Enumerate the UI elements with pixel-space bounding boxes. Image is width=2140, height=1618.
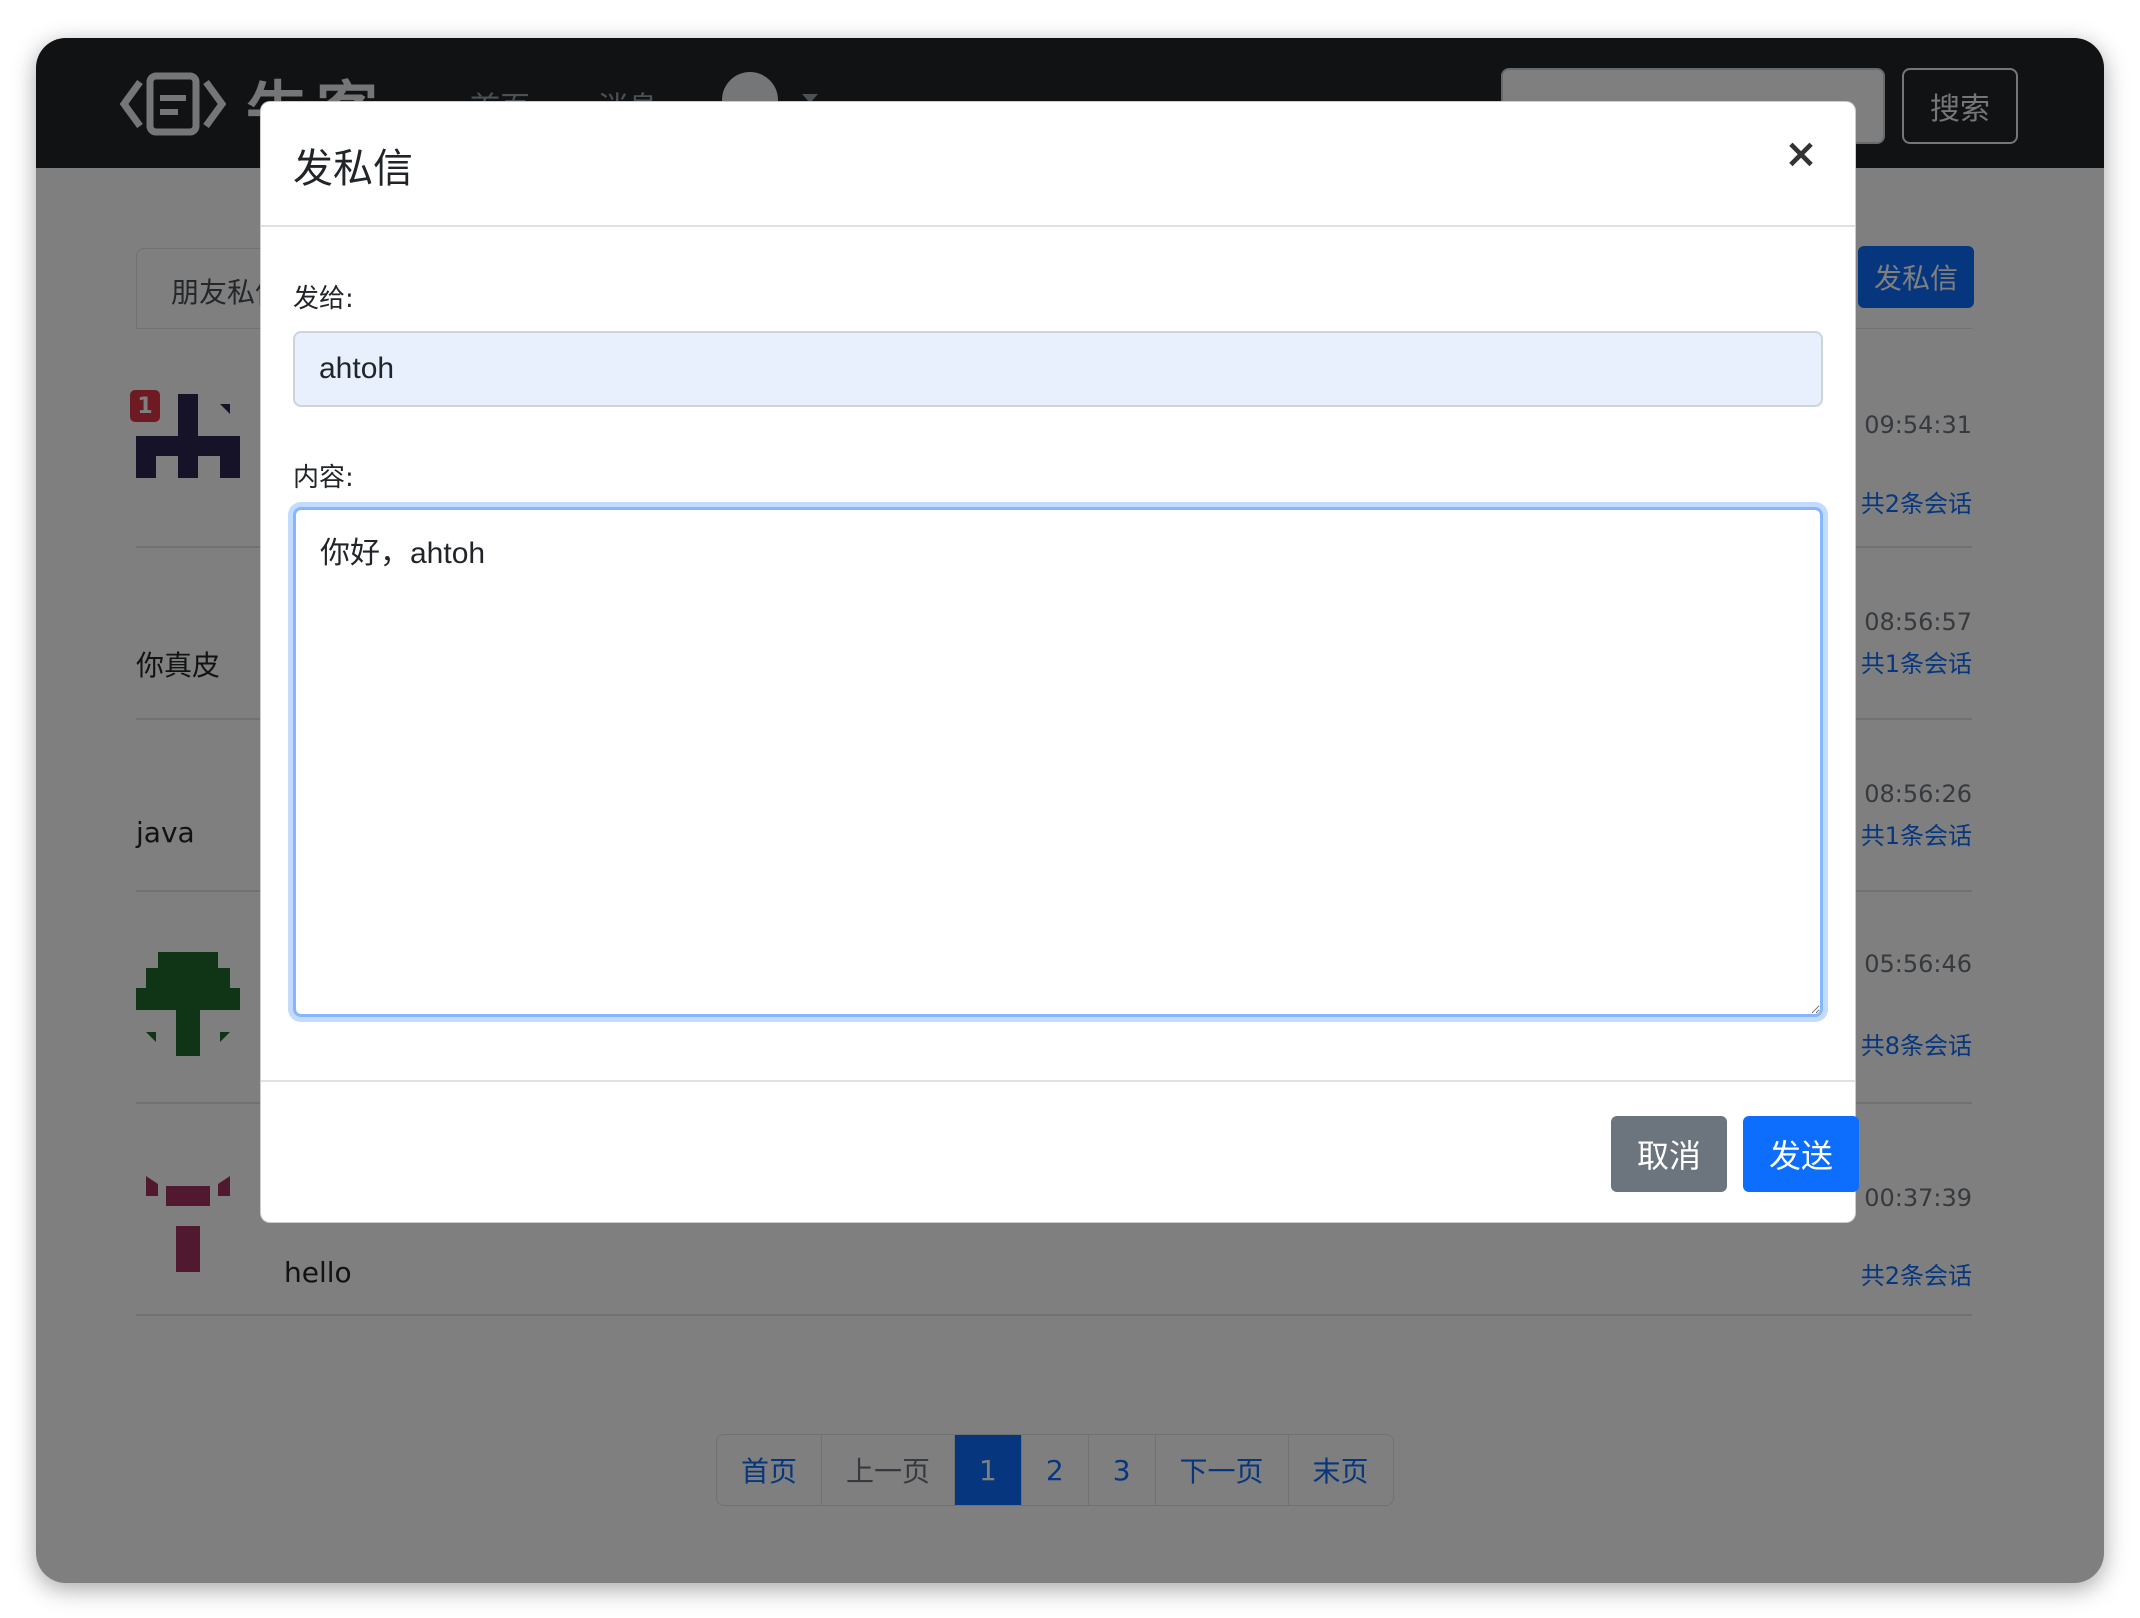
close-icon[interactable]: × bbox=[1781, 132, 1821, 176]
content-label: 内容: bbox=[293, 463, 354, 493]
send-button[interactable]: 发送 bbox=[1743, 1116, 1859, 1192]
recipient-label: 发给: bbox=[293, 284, 354, 314]
recipient-field[interactable] bbox=[293, 331, 1823, 407]
browser-window: 牛客 首页 消息 搜索 朋友私信 发私信 1 24 09:54:31 共2条会话 bbox=[36, 38, 2104, 1583]
modal-title: 发私信 bbox=[293, 146, 413, 192]
cancel-button[interactable]: 取消 bbox=[1611, 1116, 1727, 1192]
modal-footer-divider bbox=[261, 1080, 1855, 1082]
send-letter-modal: 发私信 × 发给: 内容: 你好，ahtoh 取消 发送 bbox=[260, 101, 1859, 1223]
modal-header: 发私信 × bbox=[261, 102, 1855, 227]
content-textarea[interactable]: 你好，ahtoh bbox=[293, 507, 1823, 1017]
